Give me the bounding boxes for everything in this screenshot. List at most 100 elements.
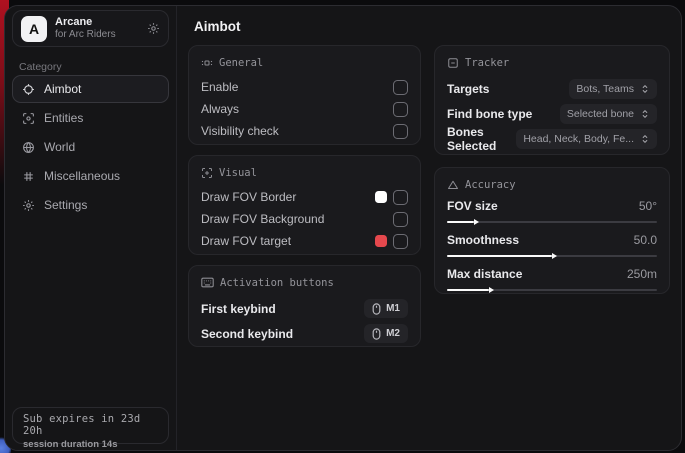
- dropdown-value: Head, Neck, Body, Fe...: [523, 133, 634, 145]
- setting-label: Smoothness: [447, 233, 519, 247]
- slider-fill: [447, 221, 474, 223]
- keyboard-icon: [201, 277, 214, 288]
- gear-icon: [22, 199, 35, 212]
- fov-border-color-swatch[interactable]: [375, 191, 387, 203]
- second-keybind-button[interactable]: M2: [364, 324, 408, 343]
- mouse-icon: [372, 328, 381, 340]
- general-icon: [201, 57, 213, 69]
- find-bone-type-dropdown[interactable]: Selected bone: [560, 104, 657, 124]
- sidebar-nav: Aimbot Entities World: [12, 75, 169, 220]
- slider-fill: [447, 255, 552, 257]
- draw-fov-background-checkbox[interactable]: [393, 212, 408, 227]
- mouse-icon: [372, 303, 381, 315]
- setting-label: Enable: [201, 80, 238, 94]
- sidebar-item-settings[interactable]: Settings: [12, 191, 169, 219]
- subscription-box: Sub expires in 23d 20h session duration …: [12, 407, 169, 444]
- sidebar-item-world[interactable]: World: [12, 133, 169, 161]
- card-title: General: [219, 57, 263, 69]
- setting-row-enable: Enable: [201, 76, 408, 98]
- card-general: General Enable Always Visibility check: [188, 45, 421, 145]
- card-general-header: General: [201, 55, 408, 70]
- card-visual: Visual Draw FOV Border Draw FOV Backgrou…: [188, 155, 421, 255]
- app-title: Arcane: [55, 16, 139, 29]
- draw-fov-border-checkbox[interactable]: [393, 190, 408, 205]
- app-window: A Arcane for Arc Riders Category: [4, 5, 682, 451]
- sidebar-item-label: Miscellaneous: [44, 169, 120, 183]
- keybind-value: M2: [386, 328, 400, 339]
- slider-group-max-distance: Max distance 250m: [447, 266, 657, 298]
- setting-row-second-keybind: Second keybind M2: [201, 321, 408, 346]
- app-subtitle: for Arc Riders: [55, 29, 139, 41]
- fov-size-slider[interactable]: [447, 214, 657, 230]
- bones-selected-dropdown[interactable]: Head, Neck, Body, Fe...: [516, 129, 657, 149]
- gear-icon[interactable]: [147, 22, 160, 35]
- slider-group-smoothness: Smoothness 50.0: [447, 232, 657, 264]
- controls: [375, 190, 408, 205]
- setting-row-first-keybind: First keybind M1: [201, 296, 408, 321]
- setting-row-always: Always: [201, 98, 408, 120]
- tracker-icon: [447, 57, 459, 69]
- card-accuracy-header: Accuracy: [447, 177, 657, 192]
- card-title: Visual: [219, 167, 257, 179]
- visibility-check-checkbox[interactable]: [393, 124, 408, 139]
- card-tracker-header: Tracker: [447, 55, 657, 70]
- setting-row-targets: Targets Bots, Teams: [447, 76, 657, 101]
- setting-label: Always: [201, 102, 239, 116]
- sidebar-item-label: World: [44, 140, 75, 154]
- setting-label: Bones Selected: [447, 125, 516, 153]
- expand-icon: [640, 84, 650, 94]
- first-keybind-button[interactable]: M1: [364, 299, 408, 318]
- setting-label: First keybind: [201, 302, 276, 316]
- setting-label: Draw FOV Border: [201, 190, 296, 204]
- sidebar-item-label: Entities: [44, 111, 83, 125]
- smoothness-slider[interactable]: [447, 248, 657, 264]
- slider-value: 250m: [627, 267, 657, 281]
- enable-checkbox[interactable]: [393, 80, 408, 95]
- sub-expires-text: Sub expires in 23d 20h: [23, 413, 158, 437]
- keybind-value: M1: [386, 303, 400, 314]
- brand-card: A Arcane for Arc Riders: [12, 10, 169, 47]
- setting-label: Draw FOV Background: [201, 212, 324, 226]
- setting-label: Find bone type: [447, 107, 532, 121]
- brand-text: Arcane for Arc Riders: [55, 16, 139, 40]
- slider-label-row: Smoothness 50.0: [447, 232, 657, 248]
- hash-grid-icon: [22, 170, 35, 183]
- max-distance-slider[interactable]: [447, 282, 657, 298]
- setting-row-draw-fov-background: Draw FOV Background: [201, 208, 408, 230]
- setting-label: Max distance: [447, 267, 522, 281]
- setting-row-find-bone-type: Find bone type Selected bone: [447, 101, 657, 126]
- setting-label: Visibility check: [201, 124, 279, 138]
- fov-target-color-swatch[interactable]: [375, 235, 387, 247]
- card-title: Tracker: [465, 57, 509, 69]
- slider-value: 50.0: [634, 233, 657, 247]
- page-title: Aimbot: [194, 19, 241, 34]
- setting-label: Second keybind: [201, 327, 293, 341]
- card-activation-buttons: Activation buttons First keybind M1 Seco…: [188, 265, 421, 347]
- triangle-icon: [447, 179, 459, 191]
- sidebar-item-entities[interactable]: Entities: [12, 104, 169, 132]
- slider-group-fov-size: FOV size 50°: [447, 198, 657, 230]
- draw-fov-target-checkbox[interactable]: [393, 234, 408, 249]
- setting-label: Draw FOV target: [201, 234, 291, 248]
- setting-row-bones-selected: Bones Selected Head, Neck, Body, Fe...: [447, 126, 657, 151]
- expand-icon: [640, 109, 650, 119]
- sidebar-item-miscellaneous[interactable]: Miscellaneous: [12, 162, 169, 190]
- category-label: Category: [19, 61, 62, 73]
- slider-value: 50°: [639, 199, 657, 213]
- main-pane: Aimbot General Enable Always: [178, 6, 681, 450]
- always-checkbox[interactable]: [393, 102, 408, 117]
- sidebar-item-aimbot[interactable]: Aimbot: [12, 75, 169, 103]
- scan-icon: [22, 112, 35, 125]
- slider-label-row: FOV size 50°: [447, 198, 657, 214]
- setting-label: FOV size: [447, 199, 498, 213]
- sidebar: A Arcane for Arc Riders Category: [5, 6, 177, 450]
- expand-icon: [640, 134, 650, 144]
- session-duration-text: session duration 14s: [23, 439, 158, 450]
- setting-row-draw-fov-target: Draw FOV target: [201, 230, 408, 252]
- dropdown-value: Bots, Teams: [576, 83, 634, 95]
- targets-dropdown[interactable]: Bots, Teams: [569, 79, 657, 99]
- visual-icon: [201, 167, 213, 179]
- slider-label-row: Max distance 250m: [447, 266, 657, 282]
- globe-icon: [22, 141, 35, 154]
- card-title: Accuracy: [465, 179, 516, 191]
